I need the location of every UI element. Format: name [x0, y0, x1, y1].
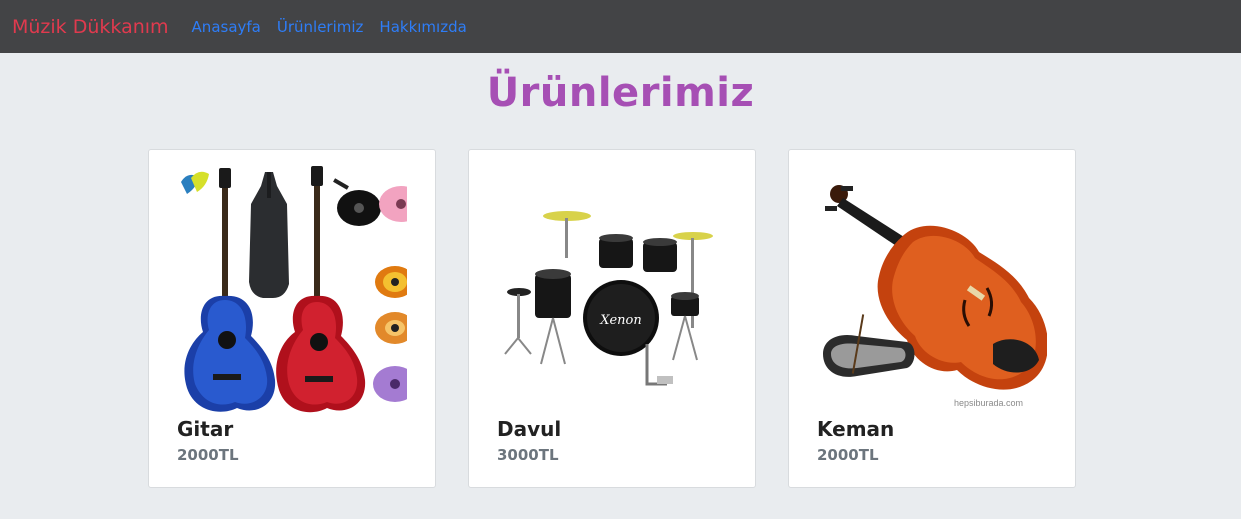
- product-name: Keman: [817, 417, 895, 441]
- violin-image: hepsiburada.com: [817, 164, 1047, 416]
- brand-link[interactable]: Müzik Dükkanım: [12, 16, 169, 38]
- product-name: Gitar: [177, 417, 234, 441]
- product-card-keman[interactable]: hepsiburada.com Keman 2000TL: [788, 149, 1076, 488]
- drum-kit-image: Xenon: [497, 164, 727, 416]
- product-card-davul[interactable]: Xenon Davul 3000TL: [468, 149, 756, 488]
- product-price: 2000TL: [177, 446, 239, 464]
- product-grid: Gitar 2000TL Xenon Davul 3000TL hepsibur…: [148, 149, 1076, 488]
- nav-link-hakkimizda[interactable]: Hakkımızda: [379, 18, 466, 36]
- product-price: 2000TL: [817, 446, 879, 464]
- product-name: Davul: [497, 417, 562, 441]
- nav-link-urunlerimiz[interactable]: Ürünlerimiz: [277, 18, 364, 36]
- navbar: Müzik Dükkanım Anasayfa Ürünlerimiz Hakk…: [0, 0, 1241, 53]
- product-card-gitar[interactable]: Gitar 2000TL: [148, 149, 436, 488]
- product-price: 3000TL: [497, 446, 559, 464]
- image-watermark: hepsiburada.com: [954, 398, 1023, 408]
- nav-link-anasayfa[interactable]: Anasayfa: [192, 18, 261, 36]
- page-title: Ürünlerimiz: [486, 70, 755, 116]
- guitar-set-image: [177, 164, 407, 416]
- drum-brand-text: Xenon: [599, 313, 642, 328]
